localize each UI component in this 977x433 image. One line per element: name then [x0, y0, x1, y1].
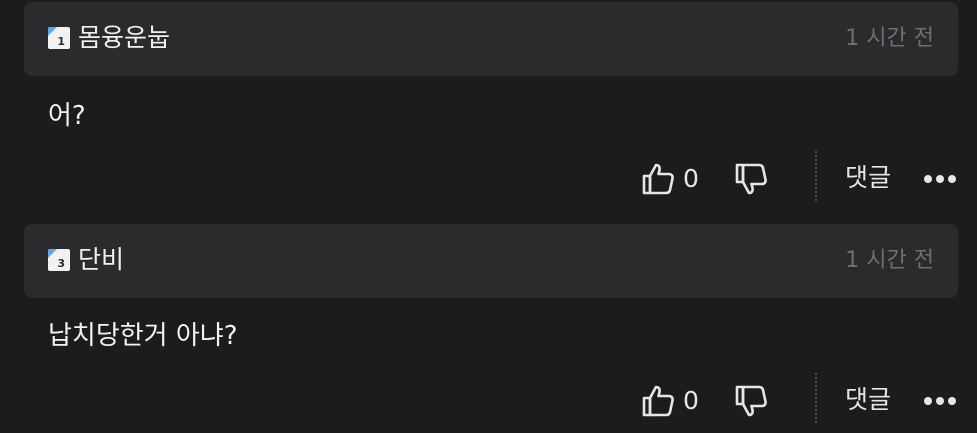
comment-text: 어?	[48, 101, 86, 131]
action-divider	[815, 373, 817, 423]
thumbs-up-icon[interactable]	[640, 383, 676, 419]
badge-fold-icon	[48, 249, 57, 258]
more-icon[interactable]	[924, 393, 960, 409]
action-divider	[815, 151, 817, 201]
comment-actions: 0 댓글	[0, 151, 977, 201]
badge-fold-icon	[48, 27, 57, 36]
comment-list: 1 몸융운눕 1 시간 전 어? 0 댓글 3 단비 1 시간 전 납치당한거 …	[0, 0, 977, 433]
thumbs-down-icon[interactable]	[733, 161, 769, 197]
thumbs-down-icon[interactable]	[733, 383, 769, 419]
thumbs-up-icon[interactable]	[640, 161, 676, 197]
user-level-number: 3	[57, 257, 65, 270]
like-count: 0	[683, 386, 699, 415]
user-level-badge: 1	[48, 27, 70, 49]
reply-button[interactable]: 댓글	[845, 385, 891, 415]
more-icon[interactable]	[924, 171, 960, 187]
username[interactable]: 몸융운눕	[78, 24, 170, 52]
username[interactable]: 단비	[78, 246, 124, 274]
comment-text: 납치당한거 아냐?	[48, 321, 238, 351]
comment-actions: 0 댓글	[0, 373, 977, 423]
reply-button[interactable]: 댓글	[845, 163, 891, 193]
comment-header: 3 단비 1 시간 전	[24, 224, 958, 298]
comment-timestamp: 1 시간 전	[845, 26, 934, 51]
user-level-number: 1	[57, 35, 65, 48]
comment-timestamp: 1 시간 전	[845, 248, 934, 273]
user-level-badge: 3	[48, 249, 70, 271]
like-count: 0	[683, 164, 699, 193]
comment-header: 1 몸융운눕 1 시간 전	[24, 2, 958, 76]
